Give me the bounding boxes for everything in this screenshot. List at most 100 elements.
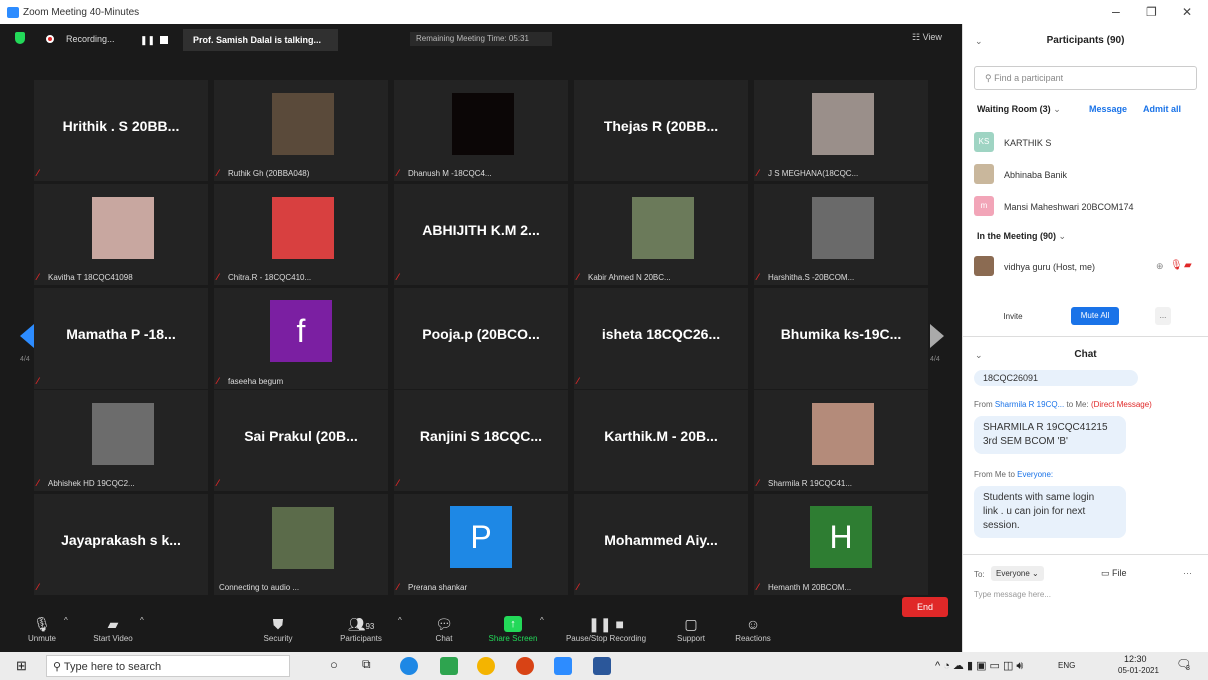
clock-date[interactable]: 05-01-2021 [1118, 666, 1159, 675]
pause-stop-label: Pause/Stop Recording [565, 634, 647, 643]
participant-tile[interactable]: f ⁄ faseeha begum [214, 288, 388, 389]
chat-button[interactable]: 💬︎ Chat [428, 610, 460, 652]
participant-tile[interactable]: P ⁄ Prerana shankar [394, 494, 568, 595]
pause-stop-recording-button[interactable]: ❚❚ ■ Pause/Stop Recording [556, 610, 656, 652]
muted-mic-icon: ⁄ [217, 478, 219, 488]
participant-tile[interactable]: ⁄ Ruthik Gh (20BBA048) [214, 80, 388, 181]
chat-collapse-chevron-icon[interactable]: ⌄ [975, 338, 983, 372]
participant-tile[interactable]: ⁄ J S MEGHANA(18CQC... [754, 80, 928, 181]
invite-button[interactable]: Invite [993, 307, 1033, 325]
host-muted-mic-icon[interactable]: 🎙︎ [1170, 260, 1183, 271]
meeting-toolbar: 🎙︎ Unmute ^ ▰ Start Video ^ ⛊ Security 👥… [0, 610, 962, 652]
host-video-off-icon[interactable]: ▰ [1184, 260, 1192, 271]
participant-tile[interactable]: ⁄ Dhanush M -18CQC4... [394, 80, 568, 181]
taskbar-search-box[interactable]: ⚲ Type here to search [46, 655, 290, 677]
participant-tile[interactable]: Karthik.M - 20B... [574, 390, 748, 491]
start-video-button[interactable]: ▰ Start Video [86, 610, 140, 652]
participant-caption: Dhanush M -18CQC4... [408, 169, 492, 178]
participant-search-input[interactable]: ⚲ Find a participant [974, 66, 1197, 90]
participant-tile[interactable]: ⁄ Sharmila R 19CQC41... [754, 390, 928, 491]
participant-tile[interactable]: ABHIJITH K.M 2... ⁄ [394, 184, 568, 285]
shield-icon[interactable] [15, 32, 25, 44]
participant-tile[interactable]: Mamatha P -18... ⁄ [34, 288, 208, 389]
waiting-participant-row[interactable]: m Mansi Maheshwari 20BCOM174 [974, 196, 1199, 218]
window-titlebar: Zoom Meeting 40-Minutes – ❐ ✕ [0, 0, 1208, 24]
powerpoint-icon[interactable] [516, 657, 534, 675]
muted-mic-icon: ⁄ [577, 272, 579, 282]
unmute-button[interactable]: 🎙︎ Unmute [22, 610, 62, 652]
waiting-participant-row[interactable]: KS KARTHIK S [974, 132, 1199, 154]
clock-time[interactable]: 12:30 [1124, 654, 1147, 664]
participant-tile[interactable]: Bhumika ks-19C... [754, 288, 928, 389]
previous-page-arrow-icon[interactable] [20, 324, 34, 348]
security-button[interactable]: ⛊ Security [258, 610, 298, 652]
muted-mic-icon: ⁄ [397, 272, 399, 282]
participants-button[interactable]: 👥︎93 Participants [332, 610, 390, 652]
participant-tile[interactable]: Jayaprakash s k... ⁄ [34, 494, 208, 595]
participant-tile[interactable]: isheta 18CQC26... ⁄ [574, 288, 748, 389]
close-button[interactable]: ✕ [1182, 5, 1192, 19]
participant-name: Mamatha P -18... [66, 326, 176, 342]
host-row[interactable]: vidhya guru (Host, me) ⊕ 🎙︎ ▰ [974, 256, 1199, 278]
in-meeting-heading[interactable]: In the Meeting (90) ⌄ [977, 231, 1066, 242]
participant-tile[interactable]: ⁄ Chitra.R - 18CQC410... [214, 184, 388, 285]
share-screen-icon: ↑ [504, 616, 522, 632]
admit-all-link[interactable]: Admit all [1143, 104, 1181, 114]
green-app-icon[interactable] [440, 657, 458, 675]
more-options-button[interactable]: ... [1155, 307, 1171, 325]
windows-start-icon[interactable]: ⊞ [16, 658, 27, 674]
file-icon: ▭ [1101, 568, 1113, 578]
start-video-label: Start Video [93, 634, 133, 643]
muted-mic-icon: ⁄ [397, 168, 399, 178]
cortana-icon[interactable]: ○ [330, 657, 338, 672]
reactions-button[interactable]: ☺ Reactions [730, 610, 776, 652]
chat-message-input[interactable]: Type message here... [974, 590, 1051, 599]
view-button[interactable]: ☷ View [912, 32, 942, 43]
task-view-icon[interactable]: ⧉ [362, 657, 371, 672]
support-button[interactable]: ▢ Support [672, 610, 710, 652]
participant-video [92, 403, 154, 465]
participant-tile[interactable]: ⁄ Abhishek HD 19CQC2... [34, 390, 208, 491]
participant-caption: Ruthik Gh (20BBA048) [228, 169, 310, 178]
participant-tile[interactable]: Pooja.p (20BCO... [394, 288, 568, 389]
waiting-participant-name: Abhinaba Banik [1004, 170, 1068, 180]
end-meeting-button[interactable]: End [902, 597, 948, 617]
pause-icon[interactable]: ❚❚ [140, 35, 155, 46]
maximize-button[interactable]: ❐ [1146, 5, 1157, 19]
page-indicator-right: 4/4 [930, 356, 940, 363]
everyone-link[interactable]: Everyone: [1017, 470, 1053, 479]
reactions-smiley-icon: ☺ [745, 616, 761, 632]
participants-title: Participants (90) [1046, 35, 1125, 46]
word-icon[interactable] [593, 657, 611, 675]
participant-tile[interactable]: Mohammed Aiy... ⁄ [574, 494, 748, 595]
participant-tile[interactable]: Ranjini S 18CQC... ⁄ [394, 390, 568, 491]
next-page-arrow-icon[interactable] [930, 324, 944, 348]
participant-tile[interactable]: ⁄ Harshitha.S -20BCOM... [754, 184, 928, 285]
waiting-participant-row[interactable]: Abhinaba Banik [974, 164, 1199, 186]
language-indicator[interactable]: ENG [1058, 661, 1075, 670]
message-waiting-link[interactable]: Message [1089, 104, 1127, 114]
edge-browser-icon[interactable] [400, 657, 418, 675]
sender-link[interactable]: Sharmila R 19CQ... [995, 400, 1064, 409]
file-button[interactable]: ▭ File [1101, 568, 1127, 579]
view-label: View [922, 32, 942, 42]
participant-tile[interactable]: Thejas R (20BB... [574, 80, 748, 181]
share-screen-button[interactable]: ↑ Share Screen [483, 610, 543, 652]
system-tray-icons[interactable]: ^ ◔ ☁ ▮ ▣ ▭ ◫ 🔊︎ [935, 659, 1023, 673]
participant-tile[interactable]: Sai Prakul (20B... ⁄ [214, 390, 388, 491]
participant-tile[interactable]: H ⁄ Hemanth M 20BCOM... [754, 494, 928, 595]
participant-tile[interactable]: ⁄ Kabir Ahmed N 20BC... [574, 184, 748, 285]
stop-icon[interactable] [160, 36, 168, 44]
chrome-icon[interactable] [477, 657, 495, 675]
mute-all-button[interactable]: Mute All [1071, 307, 1119, 325]
chat-more-icon[interactable]: ··· [1183, 568, 1192, 578]
waiting-room-heading[interactable]: Waiting Room (3) ⌄ [977, 104, 1061, 115]
recipient-dropdown[interactable]: Everyone ⌄ [991, 566, 1044, 581]
collapse-chevron-icon[interactable]: ⌄ [975, 24, 983, 58]
participant-tile[interactable]: Hrithik . S 20BB... ⁄ [34, 80, 208, 181]
participant-tile[interactable]: Connecting to audio ... [214, 494, 388, 595]
zoom-taskbar-icon[interactable] [554, 657, 572, 675]
minimize-button[interactable]: – [1112, 3, 1120, 19]
host-add-icon[interactable]: ⊕ [1156, 261, 1164, 272]
participant-tile[interactable]: ⁄ Kavitha T 18CQC41098 [34, 184, 208, 285]
